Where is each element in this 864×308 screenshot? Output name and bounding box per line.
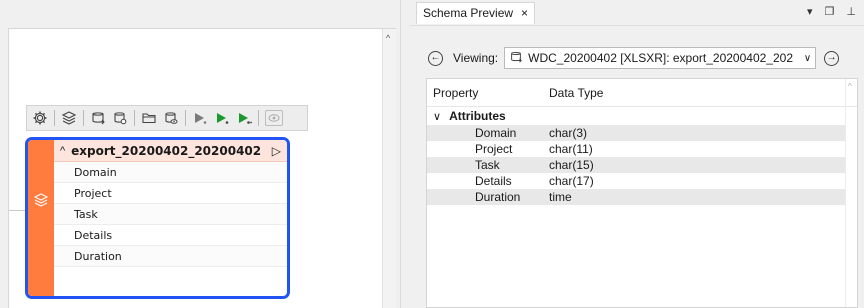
property-cell: Duration	[475, 190, 521, 204]
group-label: Attributes	[449, 109, 506, 123]
reader-settings-icon[interactable]	[110, 108, 130, 128]
chevron-up-icon[interactable]: ^	[848, 82, 852, 91]
close-icon[interactable]: ×	[521, 6, 528, 20]
feature-type-card[interactable]: ^ export_20200402_20200402 ▷ Domain Proje…	[25, 137, 290, 299]
feature-type-stripe	[28, 140, 54, 296]
chevron-up-icon[interactable]: ^	[60, 145, 65, 157]
reader-add-icon[interactable]	[88, 108, 108, 128]
canvas-vertical-scrollbar[interactable]: ^	[382, 29, 396, 308]
run-to-icon[interactable]	[190, 108, 210, 128]
workspace-canvas[interactable]: ^ export_20200402_20200402 ▷ Domain Proje…	[8, 28, 396, 308]
run-from-icon[interactable]	[212, 108, 232, 128]
feature-type-toolbar	[26, 105, 308, 131]
property-cell: Details	[475, 174, 512, 188]
data-type-cell: char(11)	[549, 142, 593, 156]
column-header-property[interactable]: Property	[427, 86, 545, 100]
attribute-row[interactable]: Duration	[54, 246, 287, 267]
table-row[interactable]: Details char(17)	[427, 173, 845, 189]
toolbar-separator	[83, 110, 84, 126]
attributes-group[interactable]: ∨ Attributes	[427, 107, 857, 125]
data-type-cell: char(3)	[549, 126, 588, 140]
folder-icon[interactable]	[139, 108, 159, 128]
forward-icon[interactable]: →	[824, 50, 840, 66]
feature-type-title: export_20200402_20200402	[71, 143, 262, 158]
dropdown-icon[interactable]: ▾	[807, 5, 813, 18]
app-root: ^ export_20200402_20200402 ▷ Domain Proje…	[0, 0, 864, 308]
chevron-up-icon[interactable]: ^	[386, 33, 390, 43]
toolbar-separator	[185, 110, 186, 126]
property-cell: Project	[475, 142, 513, 156]
tab-schema-preview[interactable]: Schema Preview ×	[416, 1, 536, 24]
viewing-bar: ← Viewing: WDC_20200402 [XLSXR]: export_…	[428, 46, 840, 70]
eye-icon[interactable]	[265, 110, 283, 126]
schema-vertical-scrollbar[interactable]: ^	[845, 79, 857, 307]
table-row[interactable]: Domain char(3)	[427, 125, 845, 141]
viewing-select[interactable]: WDC_20200402 [XLSXR]: export_20200402_20…	[504, 47, 817, 69]
data-type-cell: char(15)	[549, 158, 594, 172]
toolbar-separator	[54, 110, 55, 126]
feature-type-body: ^ export_20200402_20200402 ▷ Domain Proje…	[54, 140, 287, 296]
attribute-row[interactable]: Task	[54, 204, 287, 225]
attribute-row[interactable]: Project	[54, 183, 287, 204]
panel-tabbar: Schema Preview × ▾ ❐ ⊥	[410, 0, 864, 26]
attribute-row[interactable]: Domain	[54, 162, 287, 183]
inspect-icon[interactable]	[161, 108, 181, 128]
property-cell: Domain	[475, 126, 517, 140]
run-icon[interactable]	[234, 108, 254, 128]
property-cell: Task	[475, 158, 500, 172]
reader-add-icon	[509, 50, 523, 67]
layers-icon	[33, 192, 49, 211]
table-row[interactable]: Duration time	[427, 189, 845, 205]
schema-preview-panel: Schema Preview × ▾ ❐ ⊥ ← Viewing: WDC_20…	[410, 0, 864, 308]
chevron-down-icon[interactable]: ∨	[433, 110, 441, 123]
viewing-label: Viewing:	[453, 51, 499, 65]
pin-icon[interactable]: ⊥	[846, 5, 856, 18]
float-icon[interactable]: ❐	[825, 5, 835, 18]
toolbar-separator	[258, 110, 259, 126]
feature-type-header[interactable]: ^ export_20200402_20200402 ▷	[54, 140, 287, 162]
layers-icon[interactable]	[59, 108, 79, 128]
gear-icon[interactable]	[30, 108, 50, 128]
output-port-icon[interactable]: ▷	[272, 144, 281, 158]
back-icon[interactable]: ←	[428, 50, 443, 66]
schema-table-header: Property Data Type	[427, 79, 857, 107]
table-row[interactable]: Project char(11)	[427, 141, 845, 157]
data-type-cell: time	[549, 190, 572, 204]
schema-table: Property Data Type ∨ Attributes Domain ch…	[426, 78, 858, 308]
schema-rows: Domain char(3) Project char(11) Task char(15)…	[427, 125, 857, 205]
panel-tools: ▾ ❐ ⊥	[807, 5, 856, 18]
attribute-list: Domain Project Task Details Duration	[54, 162, 287, 267]
tab-label: Schema Preview	[423, 6, 514, 20]
column-header-data-type[interactable]: Data Type	[545, 86, 603, 100]
data-type-cell: char(17)	[549, 174, 594, 188]
viewing-value: WDC_20200402 [XLSXR]: export_20200402_20…	[528, 51, 793, 65]
toolbar-separator	[134, 110, 135, 126]
panel-splitter[interactable]	[400, 0, 409, 308]
chevron-down-icon[interactable]: ∨	[804, 53, 811, 64]
table-row[interactable]: Task char(15)	[427, 157, 845, 173]
attribute-row[interactable]: Details	[54, 225, 287, 246]
